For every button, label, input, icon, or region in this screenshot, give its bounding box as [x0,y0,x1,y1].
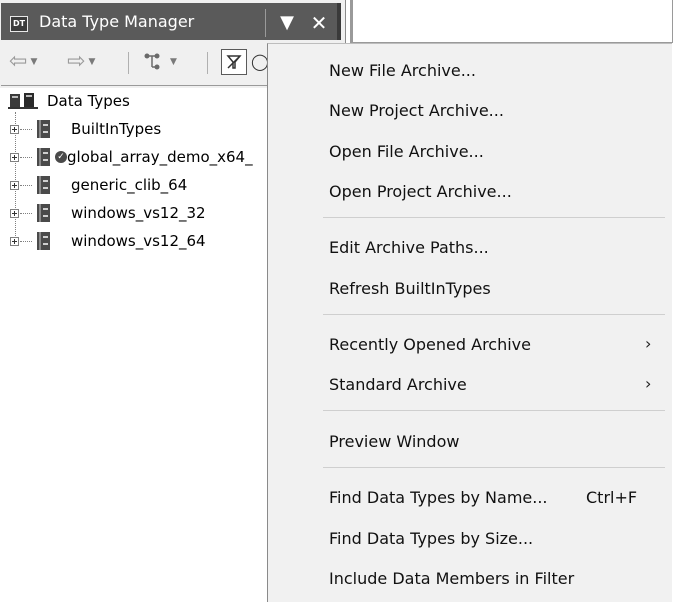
tree-item-label: windows_vs12_64 [71,232,206,250]
menu-item-label: Standard Archive [329,375,467,394]
chevron-down-icon: ▼ [88,57,96,67]
menu-item-label: Preview Window [329,432,460,451]
tree-connector [20,240,32,242]
tree-item-label: global_array_demo_x64_ [67,148,253,166]
tree-item-label: windows_vs12_32 [71,204,206,222]
tree-item-windows-vs12-32[interactable]: windows_vs12_32 [10,201,206,225]
filter-icon [226,55,242,69]
tree-connector [20,128,32,130]
archive-book-icon [37,204,50,222]
menu-item-include-data-members[interactable]: Include Data Members in Filter [268,561,672,597]
expand-icon[interactable] [10,208,19,218]
menu-separator [323,467,665,468]
back-button[interactable]: ⇦ ▼ [9,48,37,76]
menu-separator [323,217,665,218]
menu-separator [323,410,665,411]
window-title: Data Type Manager [39,12,195,31]
tree-item-windows-vs12-64[interactable]: windows_vs12_64 [10,229,206,253]
menu-shortcut: Ctrl+F [586,488,638,507]
menu-item-label: New Project Archive... [329,101,504,120]
tree-actions-button[interactable]: ▼ [143,48,177,76]
menu-item-label: Edit Archive Paths... [329,238,489,257]
tree-connector [20,156,32,158]
check-circle-icon: ✓ [55,151,67,163]
menu-separator [323,314,665,315]
menu-item-new-file-archive[interactable]: New File Archive... [268,53,672,89]
tree-item-global-array-demo[interactable]: ✓ global_array_demo_x64_ [10,145,253,169]
tree-item-label: BuiltInTypes [71,120,162,138]
chevron-down-icon: ▼ [170,57,177,67]
chevron-right-icon: › [645,334,652,353]
menu-item-label: Include Data Members in Filter [329,569,575,588]
menu-item-standard-archive[interactable]: Standard Archive › [268,367,672,403]
expand-icon[interactable] [10,236,19,246]
tree-item-label: generic_clib_64 [71,176,188,194]
forward-arrow-icon: ⇨ [67,49,86,74]
menu-item-label: Refresh BuiltInTypes [329,279,491,298]
menu-item-label: Find Data Types by Size... [329,529,534,548]
menu-item-new-project-archive[interactable]: New Project Archive... [268,93,672,129]
chevron-down-icon: ▼ [30,57,38,67]
menu-item-preview-window[interactable]: Preview Window [268,424,672,460]
tree-connector [20,184,32,186]
archive-book-icon [37,232,50,250]
menu-item-label: Find Data Types by Name... [329,488,548,507]
title-divider [265,9,266,37]
menu-item-find-by-name[interactable]: Find Data Types by Name... Ctrl+F [268,480,672,516]
menu-item-open-project-archive[interactable]: Open Project Archive... [268,174,672,210]
title-bar-edge [337,3,341,40]
tree-item-generic-clib-64[interactable]: generic_clib_64 [10,173,187,197]
menu-item-edit-archive-paths[interactable]: Edit Archive Paths... [268,230,672,266]
archive-book-icon [37,176,50,194]
chevron-right-icon: › [645,374,652,393]
forward-button[interactable]: ⇨ ▼ [67,48,95,76]
menu-item-open-file-archive[interactable]: Open File Archive... [268,134,672,170]
menu-item-recently-opened-archive[interactable]: Recently Opened Archive › [268,327,672,363]
menu-item-label: New File Archive... [329,61,476,80]
menu-item-find-by-size[interactable]: Find Data Types by Size... [268,521,672,557]
expand-icon[interactable] [10,180,19,190]
title-bar[interactable]: DT Data Type Manager ▼ ✕ [1,3,341,40]
data-types-root-icon [8,93,38,109]
menu-item-label: Open File Archive... [329,142,484,161]
tree-root[interactable]: Data Types [8,90,130,112]
tree-root-label: Data Types [47,92,130,110]
archive-book-icon [37,148,50,166]
close-icon[interactable]: ✕ [305,9,333,37]
tree-actions-icon [144,53,160,70]
back-arrow-icon: ⇦ [9,49,28,74]
menu-item-label: Open Project Archive... [329,182,512,201]
expand-icon[interactable] [10,124,19,134]
menu-item-label: Recently Opened Archive [329,335,531,354]
toolbar-divider [128,52,129,74]
toolbar-divider [207,52,208,74]
menu-item-refresh-builtintypes[interactable]: Refresh BuiltInTypes [268,271,672,307]
chevron-down-icon[interactable]: ▼ [273,9,301,37]
tree-connector [20,212,32,214]
tree-item-builtintypes[interactable]: BuiltInTypes [10,117,161,141]
right-pane [350,0,673,43]
context-menu: New File Archive... New Project Archive.… [267,43,672,602]
archive-book-icon [37,120,50,138]
data-type-manager-icon: DT [10,16,28,32]
expand-icon[interactable] [10,152,19,162]
filter-toggle-button[interactable] [221,49,247,75]
